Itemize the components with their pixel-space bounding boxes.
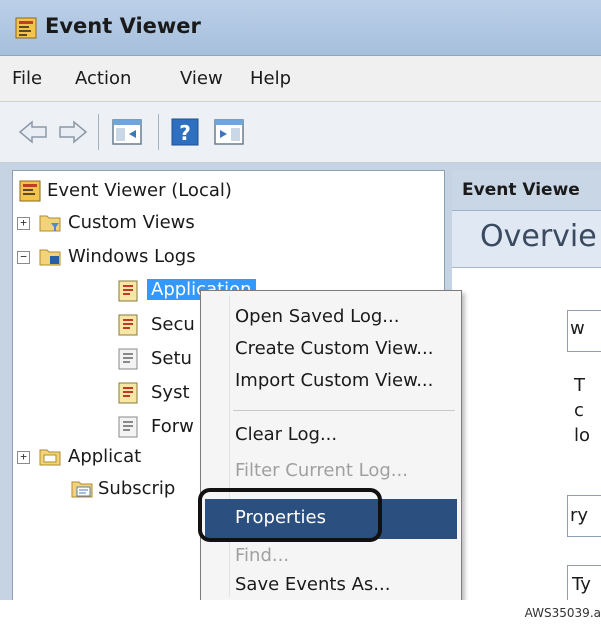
menu-item-save-events-as[interactable]: Save Events As... bbox=[235, 574, 390, 595]
menu-file[interactable]: File bbox=[12, 68, 42, 89]
menu-gutter bbox=[229, 295, 230, 597]
main-pane: Event Viewe Overvie w T c lo ry Ty bbox=[452, 170, 601, 600]
help-icon[interactable]: ? bbox=[168, 115, 202, 149]
title-bar: Event Viewer bbox=[0, 0, 601, 56]
menu-action[interactable]: Action bbox=[75, 68, 131, 89]
expand-icon[interactable]: + bbox=[17, 451, 30, 464]
menu-item-import-custom-view[interactable]: Import Custom View... bbox=[235, 370, 433, 391]
log-icon bbox=[118, 280, 138, 302]
menu-item-find: Find... bbox=[235, 545, 290, 566]
subscriptions-icon bbox=[71, 481, 93, 498]
menu-separator bbox=[233, 410, 455, 411]
events-column-fragment: Ty bbox=[572, 574, 591, 595]
summary-text-fragment: T bbox=[574, 375, 585, 396]
svg-text:?: ? bbox=[179, 121, 191, 145]
summary-text-fragment: lo bbox=[574, 425, 591, 446]
windows-logs-folder-icon bbox=[39, 249, 61, 266]
back-arrow-icon[interactable] bbox=[16, 115, 50, 149]
tree-label: Applicat bbox=[68, 446, 142, 467]
toolbar-separator bbox=[98, 114, 99, 150]
properties-callout-highlight bbox=[198, 488, 382, 542]
menu-item-clear-log[interactable]: Clear Log... bbox=[235, 424, 337, 445]
menu-help[interactable]: Help bbox=[250, 68, 291, 89]
summary-header-fragment: w bbox=[570, 318, 585, 339]
tree-label: Syst bbox=[151, 382, 190, 403]
overview-section: Overvie bbox=[452, 211, 601, 268]
log-icon bbox=[118, 382, 138, 404]
tree-label: Custom Views bbox=[68, 212, 195, 233]
tree-label: Forw bbox=[151, 416, 194, 437]
folder-icon bbox=[39, 449, 61, 466]
event-viewer-icon bbox=[19, 180, 41, 202]
toolbar-separator bbox=[158, 114, 159, 150]
tree-label: Subscrip bbox=[98, 478, 176, 499]
context-menu: Open Saved Log... Create Custom View... … bbox=[200, 290, 462, 600]
event-viewer-icon bbox=[15, 17, 37, 39]
collapse-icon[interactable]: − bbox=[17, 251, 30, 264]
menu-item-filter-current-log: Filter Current Log... bbox=[235, 460, 408, 481]
tree-label: Secu bbox=[151, 314, 195, 335]
expand-icon[interactable]: + bbox=[17, 217, 30, 230]
toolbar: ? bbox=[0, 102, 601, 163]
show-hide-action-pane-icon[interactable] bbox=[212, 115, 246, 149]
menu-bar: File Action View Help bbox=[0, 56, 601, 102]
main-pane-title: Event Viewe bbox=[462, 180, 580, 200]
overview-title: Overvie bbox=[480, 219, 597, 254]
summary-text-fragment: c bbox=[574, 400, 584, 421]
log-icon bbox=[118, 314, 138, 336]
main-pane-header: Event Viewe bbox=[452, 170, 601, 211]
menu-item-create-custom-view[interactable]: Create Custom View... bbox=[235, 338, 433, 359]
forward-arrow-icon[interactable] bbox=[56, 115, 90, 149]
menu-item-open-saved-log[interactable]: Open Saved Log... bbox=[235, 306, 399, 327]
tree-label: Event Viewer (Local) bbox=[47, 180, 232, 201]
figure-caption: AWS35039.a bbox=[524, 606, 601, 620]
tree-label: Setu bbox=[151, 348, 192, 369]
event-viewer-window: Event Viewer File Action View Help ? Eve… bbox=[0, 0, 601, 600]
menu-view[interactable]: View bbox=[180, 68, 223, 89]
custom-views-folder-icon bbox=[39, 215, 61, 232]
tree-label: Windows Logs bbox=[68, 246, 196, 267]
window-title: Event Viewer bbox=[45, 14, 201, 38]
log-icon bbox=[118, 348, 138, 370]
events-header-fragment: ry bbox=[570, 505, 589, 526]
show-hide-console-tree-icon[interactable] bbox=[110, 115, 144, 149]
log-icon bbox=[118, 416, 138, 438]
